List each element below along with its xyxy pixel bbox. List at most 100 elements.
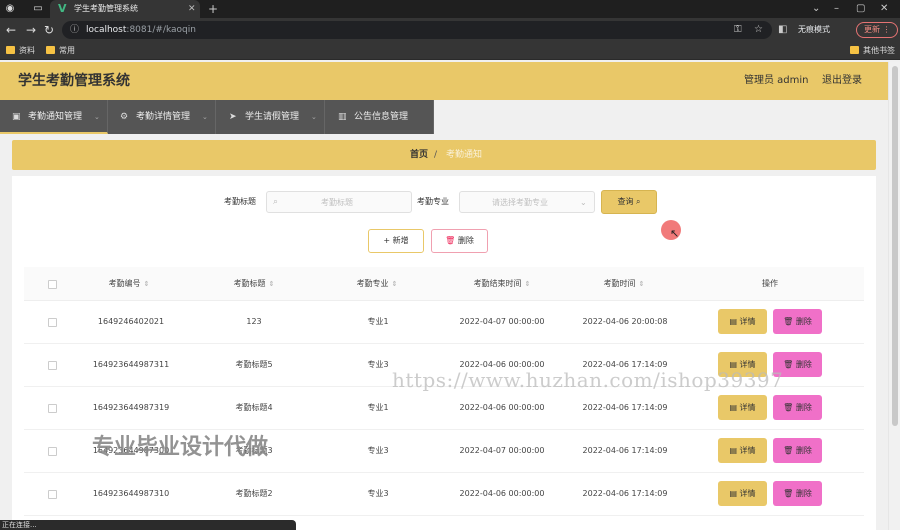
column-header[interactable]: 考勤专业 ⇕ [357, 278, 398, 290]
chevron-down-icon: ⌄ [311, 113, 317, 121]
page-scrollbar[interactable] [888, 62, 900, 530]
bookmarks-bar: 资料 常用 其他书签 [0, 42, 900, 60]
title-search-input[interactable]: ⌕ 考勤标题 [266, 191, 412, 213]
column-header[interactable]: 考勤结束时间 ⇕ [474, 278, 531, 290]
row-checkbox[interactable] [48, 447, 57, 456]
info-icon[interactable]: ⓘ [70, 24, 79, 36]
back-icon[interactable]: ← [6, 23, 16, 37]
delete-button[interactable]: 🗑 删除 [773, 395, 822, 420]
cell-major: 专业1 [367, 403, 389, 412]
cell-time: 2022-04-06 20:00:08 [582, 317, 668, 326]
detail-button[interactable]: ▤ 详情 [718, 438, 767, 463]
maximize-icon[interactable]: ▢ [856, 2, 865, 16]
row-checkbox[interactable] [48, 490, 57, 499]
detail-icon: ▤ [729, 317, 737, 326]
logout-link[interactable]: 退出登录 [822, 74, 862, 88]
delete-button[interactable]: 🗑 删除 [773, 309, 822, 334]
cell-end-time: 2022-04-07 00:00:00 [459, 446, 545, 455]
column-header[interactable]: 考勤时间 ⇕ [604, 278, 645, 290]
vue-logo-icon: V [58, 2, 67, 15]
chevron-down-icon: ⌄ [202, 113, 208, 121]
chevron-down-icon[interactable]: ⌄ [812, 2, 820, 16]
bookmark-folder[interactable]: 资料 [6, 45, 35, 57]
sidebar-icon[interactable]: ◧ [778, 23, 787, 37]
watermark-url: https://www.huzhan.com/ishop39397 [392, 368, 784, 392]
cell-id: 164923644987319 [92, 403, 170, 412]
menu-item-leave[interactable]: ➤ 学生请假管理 ⌄ [217, 100, 325, 134]
menu-item-label: 公告信息管理 [354, 112, 409, 122]
browser-tab[interactable]: V 学生考勤管理系统 ✕ [50, 0, 200, 18]
menu-item-attendance-notice[interactable]: ▣ 考勤通知管理 ⌄ [0, 100, 108, 134]
detail-icon: ▤ [729, 403, 737, 412]
trash-icon: 🗑 [783, 360, 794, 369]
browser-status-bar: 正在连接... [0, 520, 296, 530]
row-checkbox[interactable] [48, 361, 57, 370]
key-icon[interactable]: ⚿ [734, 23, 742, 37]
sort-icon: ⇕ [391, 280, 398, 288]
app-header: 学生考勤管理系统 管理员 admin 退出登录 [0, 62, 888, 100]
chevron-down-icon: ⌄ [580, 198, 587, 207]
batch-delete-button[interactable]: 🗑 删除 [431, 229, 488, 253]
column-header[interactable]: 考勤标题 ⇕ [234, 278, 275, 290]
user-label: 管理员 admin [744, 75, 809, 86]
trash-icon: 🗑 [783, 403, 794, 412]
search-icon: ⌕ [636, 197, 641, 206]
major-select[interactable]: 请选择考勤专业 ⌄ [459, 191, 595, 213]
reload-icon[interactable]: ↻ [44, 23, 54, 37]
scrollbar-thumb[interactable] [892, 66, 898, 426]
cell-title: 考勤标题4 [235, 403, 273, 412]
new-tab-icon[interactable]: + [208, 1, 218, 17]
update-button[interactable]: 更新 ⋮ [856, 22, 898, 38]
cell-id: 164923644987311 [92, 360, 170, 369]
column-header[interactable]: 考勤编号 ⇕ [109, 278, 150, 290]
star-icon[interactable]: ☆ [754, 23, 763, 37]
menu-item-label: 学生请假管理 [245, 112, 300, 122]
detail-button[interactable]: ▤ 详情 [718, 309, 767, 334]
incognito-label[interactable]: 无痕模式 [798, 23, 830, 37]
delete-button[interactable]: 🗑 删除 [773, 438, 822, 463]
add-button[interactable]: + 新增 [368, 229, 424, 253]
cell-major: 专业3 [367, 489, 389, 498]
browser-menu-icon[interactable]: ◉ [4, 3, 16, 15]
cell-time: 2022-04-06 17:14:09 [582, 446, 668, 455]
document-icon: ▣ [12, 112, 21, 122]
close-window-icon[interactable]: ✕ [880, 2, 888, 16]
sort-icon: ⇕ [143, 280, 150, 288]
row-checkbox[interactable] [48, 404, 57, 413]
cell-time: 2022-04-06 17:14:09 [582, 403, 668, 412]
menu-item-attendance-detail[interactable]: ⚙ 考勤详情管理 ⌄ [108, 100, 216, 134]
bookmark-folder[interactable]: 常用 [46, 45, 75, 57]
forward-icon[interactable]: → [26, 23, 36, 37]
table-row[interactable]: 164923644987310 考勤标题2 专业3 2022-04-06 00:… [24, 473, 864, 516]
browser-tab-bar: ◉ ▭ V 学生考勤管理系统 ✕ + ⌄ – ▢ ✕ [0, 0, 900, 18]
detail-button[interactable]: ▤ 详情 [718, 395, 767, 420]
breadcrumb-home[interactable]: 首页 [410, 149, 428, 161]
book-icon: ▥ [338, 112, 347, 122]
trash-icon: 🗑 [783, 317, 794, 326]
row-checkbox[interactable] [48, 318, 57, 327]
sort-icon: ⇕ [638, 280, 645, 288]
main-content: 考勤标题 ⌕ 考勤标题 考勤专业 请选择考勤专业 ⌄ 查询 ⌕ + 新增 🗑 删… [12, 176, 876, 530]
detail-icon: ▤ [729, 489, 737, 498]
table-row[interactable]: 1649246402021 123 专业1 2022-04-07 00:00:0… [24, 301, 864, 344]
other-bookmarks[interactable]: 其他书签 [850, 45, 895, 57]
window-icon[interactable]: ▭ [32, 3, 44, 15]
close-icon[interactable]: ✕ [188, 3, 196, 15]
column-header: 操作 [762, 279, 778, 288]
plus-icon: + [383, 236, 391, 245]
cell-id: 1649246402021 [97, 317, 165, 326]
detail-button[interactable]: ▤ 详情 [718, 481, 767, 506]
table-row[interactable]: 164923644987319 考勤标题4 专业1 2022-04-06 00:… [24, 387, 864, 430]
cell-end-time: 2022-04-06 00:00:00 [459, 489, 545, 498]
search-button[interactable]: 查询 ⌕ [601, 190, 657, 214]
minimize-icon[interactable]: – [834, 2, 839, 16]
top-menu: ▣ 考勤通知管理 ⌄ ⚙ 考勤详情管理 ⌄ ➤ 学生请假管理 ⌄ ▥ 公告信息管… [0, 100, 434, 134]
delete-button[interactable]: 🗑 删除 [773, 481, 822, 506]
select-all-checkbox[interactable] [48, 280, 57, 289]
menu-item-announcement[interactable]: ▥ 公告信息管理 [326, 100, 434, 134]
cell-title: 考勤标题5 [235, 360, 273, 369]
cell-major: 专业3 [367, 360, 389, 369]
url-input[interactable]: ⓘ localhost:8081/#/kaoqin [62, 21, 772, 39]
cell-id: 164923644987310 [92, 489, 170, 498]
chevron-down-icon: ⌄ [94, 113, 100, 121]
